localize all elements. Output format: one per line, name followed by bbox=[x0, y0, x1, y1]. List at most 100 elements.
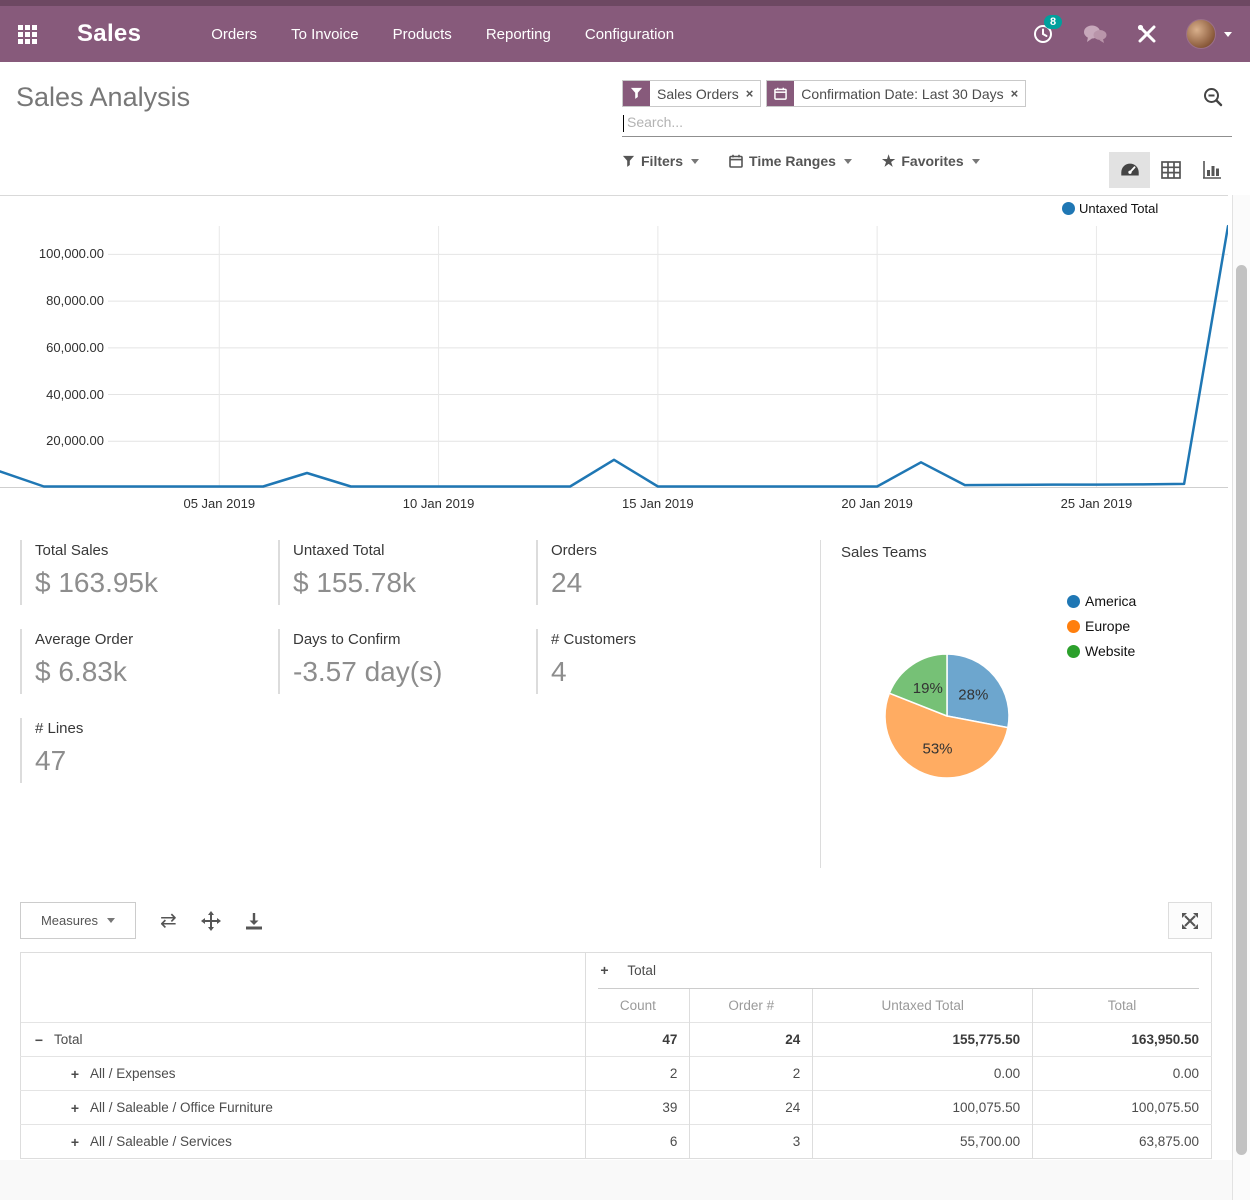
measure-column-untaxed-total[interactable]: Untaxed Total bbox=[813, 989, 1033, 1023]
topbar: Sales Orders To Invoice Products Reporting C… bbox=[0, 6, 1250, 62]
pivot-corner-cell bbox=[21, 953, 586, 989]
page-title: Sales Analysis bbox=[16, 82, 190, 113]
kpi-card-average-order[interactable]: Average Order$ 6.83k bbox=[20, 629, 278, 694]
page-background bbox=[0, 1160, 1232, 1200]
pie-legend-item-europe[interactable]: Europe bbox=[1067, 618, 1136, 634]
chat-icon bbox=[1082, 23, 1108, 45]
activities-button[interactable]: 8 bbox=[1032, 23, 1054, 45]
search-bar bbox=[622, 111, 1232, 137]
kpi-card-orders[interactable]: Orders24 bbox=[536, 540, 794, 605]
messages-button[interactable] bbox=[1082, 23, 1108, 45]
filters-label: Filters bbox=[641, 153, 683, 169]
scrollbar-track[interactable] bbox=[1232, 195, 1250, 1200]
star-icon: ★ bbox=[882, 154, 895, 169]
close-icon[interactable]: × bbox=[1011, 86, 1026, 101]
pivot-cell: 100,075.50 bbox=[1033, 1091, 1212, 1125]
sales-teams-panel: Sales Teams 28%53%19% AmericaEuropeWebsi… bbox=[820, 540, 1228, 868]
time-ranges-dropdown[interactable]: Time Ranges bbox=[729, 153, 852, 169]
chart-legend[interactable]: Untaxed Total bbox=[1062, 201, 1158, 216]
measure-column-order-[interactable]: Order # bbox=[690, 989, 813, 1023]
expand-all-icon[interactable] bbox=[201, 911, 221, 931]
apps-menu-icon[interactable] bbox=[18, 25, 37, 44]
close-icon[interactable]: × bbox=[746, 86, 761, 101]
pivot-cell: 47 bbox=[586, 1023, 690, 1057]
expand-row-icon[interactable]: + bbox=[69, 1134, 81, 1150]
view-dashboard-button[interactable] bbox=[1109, 152, 1150, 188]
menu-products[interactable]: Products bbox=[393, 26, 452, 43]
x-axis-tick-label: 25 Jan 2019 bbox=[1031, 496, 1161, 511]
kpi-card--lines[interactable]: # Lines47 bbox=[20, 718, 278, 783]
time-ranges-label: Time Ranges bbox=[749, 153, 836, 169]
measure-column-total[interactable]: Total bbox=[1033, 989, 1212, 1023]
measures-button[interactable]: Measures bbox=[20, 902, 136, 939]
kpi-card--customers[interactable]: # Customers4 bbox=[536, 629, 794, 694]
line-chart[interactable] bbox=[0, 196, 1228, 488]
pivot-measures-row: CountOrder #Untaxed TotalTotal bbox=[21, 989, 1212, 1023]
x-axis-tick-label: 05 Jan 2019 bbox=[154, 496, 284, 511]
row-label[interactable]: All / Expenses bbox=[90, 1066, 176, 1081]
pivot-cell: 0.00 bbox=[1033, 1057, 1212, 1091]
measure-column-count[interactable]: Count bbox=[586, 989, 690, 1023]
kpi-card-untaxed-total[interactable]: Untaxed Total$ 155.78k bbox=[278, 540, 536, 605]
expand-row-icon[interactable]: + bbox=[69, 1100, 81, 1116]
pivot-table-icon bbox=[1161, 160, 1181, 180]
menu-reporting[interactable]: Reporting bbox=[486, 26, 551, 43]
pie-chart[interactable]: 28%53%19% bbox=[877, 646, 1017, 786]
search-input[interactable] bbox=[622, 111, 1232, 133]
pivot-row-total: −Total4724155,775.50163,950.50 bbox=[21, 1023, 1212, 1057]
row-label[interactable]: All / Saleable / Office Furniture bbox=[90, 1100, 273, 1115]
measures-label: Measures bbox=[41, 913, 98, 928]
favorites-label: Favorites bbox=[901, 153, 963, 169]
pie-legend-item-website[interactable]: Website bbox=[1067, 643, 1136, 659]
pivot-cell: 39 bbox=[586, 1091, 690, 1125]
avatar bbox=[1186, 19, 1216, 49]
app-name[interactable]: Sales bbox=[77, 20, 141, 48]
kpi-card-days-to-confirm[interactable]: Days to Confirm-3.57 day(s) bbox=[278, 629, 536, 694]
filter-icon bbox=[622, 155, 635, 168]
zoom-out-search-icon[interactable] bbox=[1202, 86, 1224, 113]
facet-confirmation-date[interactable]: Confirmation Date: Last 30 Days × bbox=[766, 80, 1026, 107]
filters-dropdown[interactable]: Filters bbox=[622, 153, 699, 169]
scrollbar-thumb[interactable] bbox=[1236, 265, 1247, 1155]
pivot-column-group[interactable]: + Total bbox=[586, 953, 1212, 989]
kpi-label: Orders bbox=[551, 542, 794, 559]
legend-label: America bbox=[1085, 593, 1136, 609]
legend-dot bbox=[1067, 645, 1080, 658]
facet-sales-orders[interactable]: Sales Orders × bbox=[622, 80, 761, 107]
pivot-cell: 163,950.50 bbox=[1033, 1023, 1212, 1057]
view-switcher bbox=[1109, 152, 1232, 188]
chevron-down-icon bbox=[107, 918, 115, 923]
user-menu[interactable] bbox=[1186, 19, 1232, 49]
flip-axis-icon[interactable]: ⇄ bbox=[160, 908, 177, 933]
pie-slice-percent: 28% bbox=[958, 686, 988, 703]
menu-to-invoice[interactable]: To Invoice bbox=[291, 26, 359, 43]
menu-configuration[interactable]: Configuration bbox=[585, 26, 674, 43]
pivot-cell: 24 bbox=[690, 1023, 813, 1057]
row-label[interactable]: All / Saleable / Services bbox=[90, 1134, 232, 1149]
collapse-row-icon[interactable]: − bbox=[33, 1032, 45, 1048]
pivot-cell: 6 bbox=[586, 1125, 690, 1159]
kpi-label: Total Sales bbox=[35, 542, 278, 559]
dashboard-icon bbox=[1119, 160, 1141, 180]
expand-row-icon[interactable]: + bbox=[69, 1066, 81, 1082]
pivot-corner-cell bbox=[21, 989, 586, 1023]
pie-legend: America Europe Website bbox=[1067, 593, 1136, 659]
legend-dot bbox=[1067, 595, 1080, 608]
menu-orders[interactable]: Orders bbox=[211, 26, 257, 43]
kpi-grid: Total Sales$ 163.95kUntaxed Total$ 155.7… bbox=[20, 540, 795, 783]
favorites-dropdown[interactable]: ★ Favorites bbox=[882, 153, 980, 169]
row-label[interactable]: Total bbox=[54, 1032, 83, 1047]
view-graph-button[interactable] bbox=[1191, 152, 1232, 188]
view-pivot-button[interactable] bbox=[1150, 152, 1191, 188]
expand-column-icon[interactable]: + bbox=[598, 962, 610, 978]
download-icon[interactable] bbox=[245, 912, 263, 930]
x-axis-tick-label: 20 Jan 2019 bbox=[812, 496, 942, 511]
debug-tools-button[interactable] bbox=[1136, 23, 1158, 45]
kpi-card-total-sales[interactable]: Total Sales$ 163.95k bbox=[20, 540, 278, 605]
legend-label: Europe bbox=[1085, 618, 1130, 634]
fullscreen-button[interactable] bbox=[1168, 902, 1212, 939]
pivot-cell: 24 bbox=[690, 1091, 813, 1125]
pie-legend-item-america[interactable]: America bbox=[1067, 593, 1136, 609]
facet-label: Confirmation Date: Last 30 Days bbox=[794, 86, 1010, 102]
chevron-down-icon bbox=[1224, 32, 1232, 37]
